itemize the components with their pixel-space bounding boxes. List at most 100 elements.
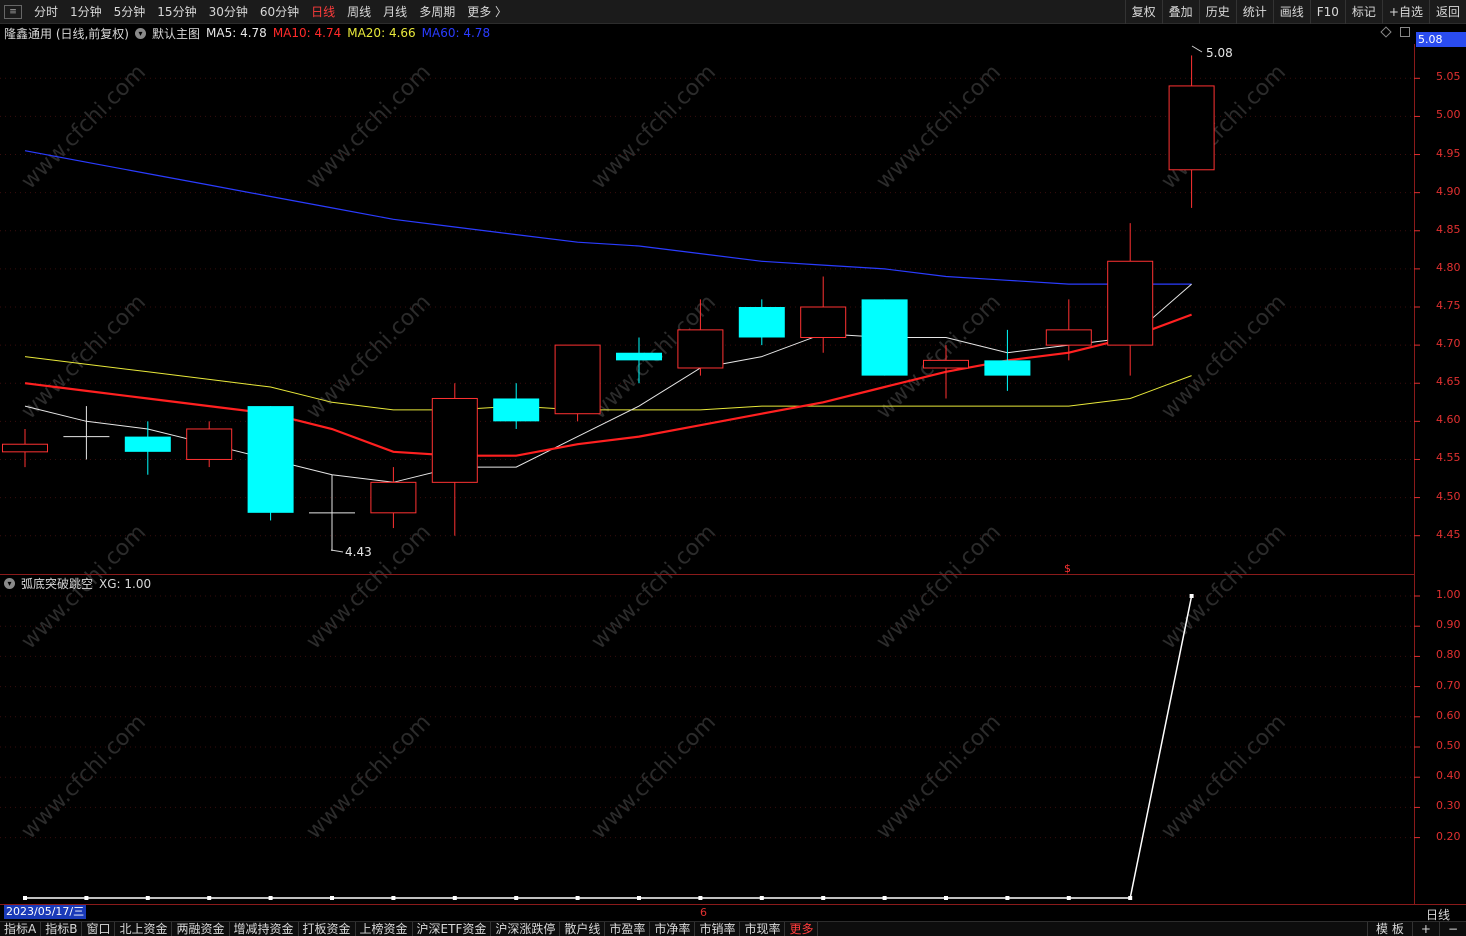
candle-body-up: [186, 428, 233, 460]
price-tick-label: 4.50: [1436, 489, 1461, 503]
tab-pe[interactable]: 市盈率: [605, 922, 651, 936]
candle-body-up: [431, 397, 478, 483]
tab-ps[interactable]: 市销率: [695, 922, 741, 936]
period-tab-5min[interactable]: 5分钟: [108, 0, 152, 24]
tab-limit-up-funds[interactable]: 打板资金: [299, 922, 356, 936]
price-tick-label: 5.05: [1436, 70, 1461, 84]
tab-margin[interactable]: 两融资金: [172, 922, 230, 936]
ma60-value: 4.78: [463, 26, 491, 40]
template-name[interactable]: 默认主图: [152, 25, 200, 42]
candle-body-down: [493, 398, 540, 422]
indicator-value: XG: 1.00: [99, 576, 152, 591]
indicator-tabs: 指标A 指标B 窗口 北上资金 两融资金 增减持资金 打板资金 上榜资金 沪深E…: [0, 921, 1466, 936]
period-tab-15min[interactable]: 15分钟: [151, 0, 202, 24]
candle: [1107, 223, 1154, 376]
restore-rights-button[interactable]: 复权: [1124, 0, 1162, 24]
template-button[interactable]: 模 板: [1367, 922, 1412, 936]
draw-line-button[interactable]: 画线: [1272, 0, 1310, 24]
xg-point: [391, 896, 396, 900]
price-tick-label: 4.90: [1436, 184, 1461, 198]
bottom-tools: 模 板 + −: [1367, 922, 1466, 936]
period-tab-monthly[interactable]: 月线: [377, 0, 413, 24]
tab-holdings-change[interactable]: 增减持资金: [230, 922, 299, 936]
tab-more[interactable]: 更多: [785, 922, 819, 936]
kline-chart[interactable]: www.cfchi.com www.cfchi.com www.cfchi.com w…: [0, 0, 1466, 936]
candle-body-down: [247, 406, 294, 513]
xg-point: [268, 896, 273, 900]
window-square-icon[interactable]: [1400, 27, 1410, 37]
watermark-text: www.cfchi.com: [872, 520, 1006, 654]
indicator-name[interactable]: 弧底突破跳空: [21, 575, 93, 592]
period-tab-fenshi[interactable]: 分时: [28, 0, 64, 24]
period-tab-daily[interactable]: 日线: [305, 0, 341, 24]
tab-window[interactable]: 窗口: [82, 922, 116, 936]
period-tab-60min[interactable]: 60分钟: [254, 0, 305, 24]
statistics-button[interactable]: 统计: [1235, 0, 1273, 24]
candle: [2, 428, 48, 468]
period-tab-1min[interactable]: 1分钟: [64, 0, 108, 24]
main-chart-info: 隆鑫通用 (日线,前复权) ▾ 默认主图 MA5: 4.78 MA10: 4.7…: [0, 24, 490, 42]
tab-northbound[interactable]: 北上资金: [115, 922, 173, 936]
xg-point: [1189, 594, 1194, 598]
candle-body-up: [1168, 85, 1215, 171]
ma10-label: MA10:: [272, 26, 311, 40]
period-tab-weekly[interactable]: 周线: [341, 0, 377, 24]
xg-point: [759, 896, 764, 900]
xg-point: [821, 896, 826, 900]
tab-limit-stats[interactable]: 沪深涨跌停: [491, 922, 561, 936]
price-tick-label: 4.60: [1436, 413, 1461, 427]
zoom-out-button[interactable]: −: [1438, 922, 1466, 936]
period-toolbar: ≡ 分时 1分钟 5分钟 15分钟 30分钟 60分钟 日线 周线 月线 多周期…: [0, 0, 1466, 24]
ma20-value: 4.66: [388, 26, 416, 40]
tab-top-list-funds[interactable]: 上榜资金: [356, 922, 413, 936]
xg-point: [882, 896, 887, 900]
period-tab-more[interactable]: 更多 〉: [461, 0, 513, 24]
xg-point: [698, 896, 703, 900]
tab-indicator-a[interactable]: 指标A: [0, 922, 42, 936]
overlay-button[interactable]: 叠加: [1161, 0, 1199, 24]
candle: [247, 406, 294, 521]
history-button[interactable]: 历史: [1198, 0, 1236, 24]
price-tick-label: 4.80: [1436, 260, 1461, 274]
zoom-in-button[interactable]: +: [1411, 922, 1439, 936]
period-tab-multi[interactable]: 多周期: [413, 0, 461, 24]
f10-button[interactable]: F10: [1309, 0, 1345, 24]
template-dropdown-icon[interactable]: ▾: [135, 27, 146, 39]
watermark-text: www.cfchi.com: [302, 520, 436, 654]
price-tick-label: 4.75: [1436, 299, 1461, 312]
indicator-tick-label: 0.40: [1436, 769, 1461, 783]
xg-point: [145, 896, 150, 900]
xg-point: [637, 896, 641, 900]
ma5-label: MA5:: [206, 26, 237, 40]
indicator-tick-label: 0.60: [1436, 708, 1461, 722]
period-tab-30min[interactable]: 30分钟: [203, 0, 254, 24]
xg-point: [23, 896, 27, 900]
tab-pb[interactable]: 市净率: [650, 922, 696, 936]
mark-button[interactable]: 标记: [1344, 0, 1382, 24]
back-button[interactable]: 返回: [1428, 0, 1466, 24]
watermark-text: www.cfchi.com: [302, 290, 436, 424]
tab-indicator-b[interactable]: 指标B: [41, 922, 83, 936]
candles: [2, 55, 1215, 551]
month-marker: 6: [700, 906, 707, 919]
watermark-text: www.cfchi.com: [1157, 520, 1291, 654]
tab-pcf[interactable]: 市现率: [740, 922, 786, 936]
menu-icon[interactable]: ≡: [4, 4, 22, 19]
tab-retail-line[interactable]: 散户线: [560, 922, 606, 936]
candle-body-down: [124, 436, 171, 452]
indicator-tick-label: 0.20: [1436, 829, 1461, 843]
add-watchlist-button[interactable]: +自选: [1381, 0, 1429, 24]
indicator-info: ▾ 弧底突破跳空 XG: 1.00: [4, 575, 151, 592]
indicator-tick-label: 0.30: [1436, 799, 1461, 813]
candle-body-down: [861, 299, 908, 376]
xg-point: [452, 896, 457, 900]
price-tick-label: 4.45: [1436, 527, 1461, 541]
tab-etf-funds[interactable]: 沪深ETF资金: [413, 922, 492, 936]
low-pointer: [330, 549, 344, 553]
candle-body-up: [923, 359, 969, 369]
ma20-label: MA20:: [347, 26, 386, 40]
candle-body-down: [616, 352, 662, 361]
indicator-dropdown-icon[interactable]: ▾: [4, 578, 15, 589]
price-tick-label: 4.85: [1436, 222, 1461, 236]
ma10-readout: MA10: 4.74: [273, 26, 341, 40]
